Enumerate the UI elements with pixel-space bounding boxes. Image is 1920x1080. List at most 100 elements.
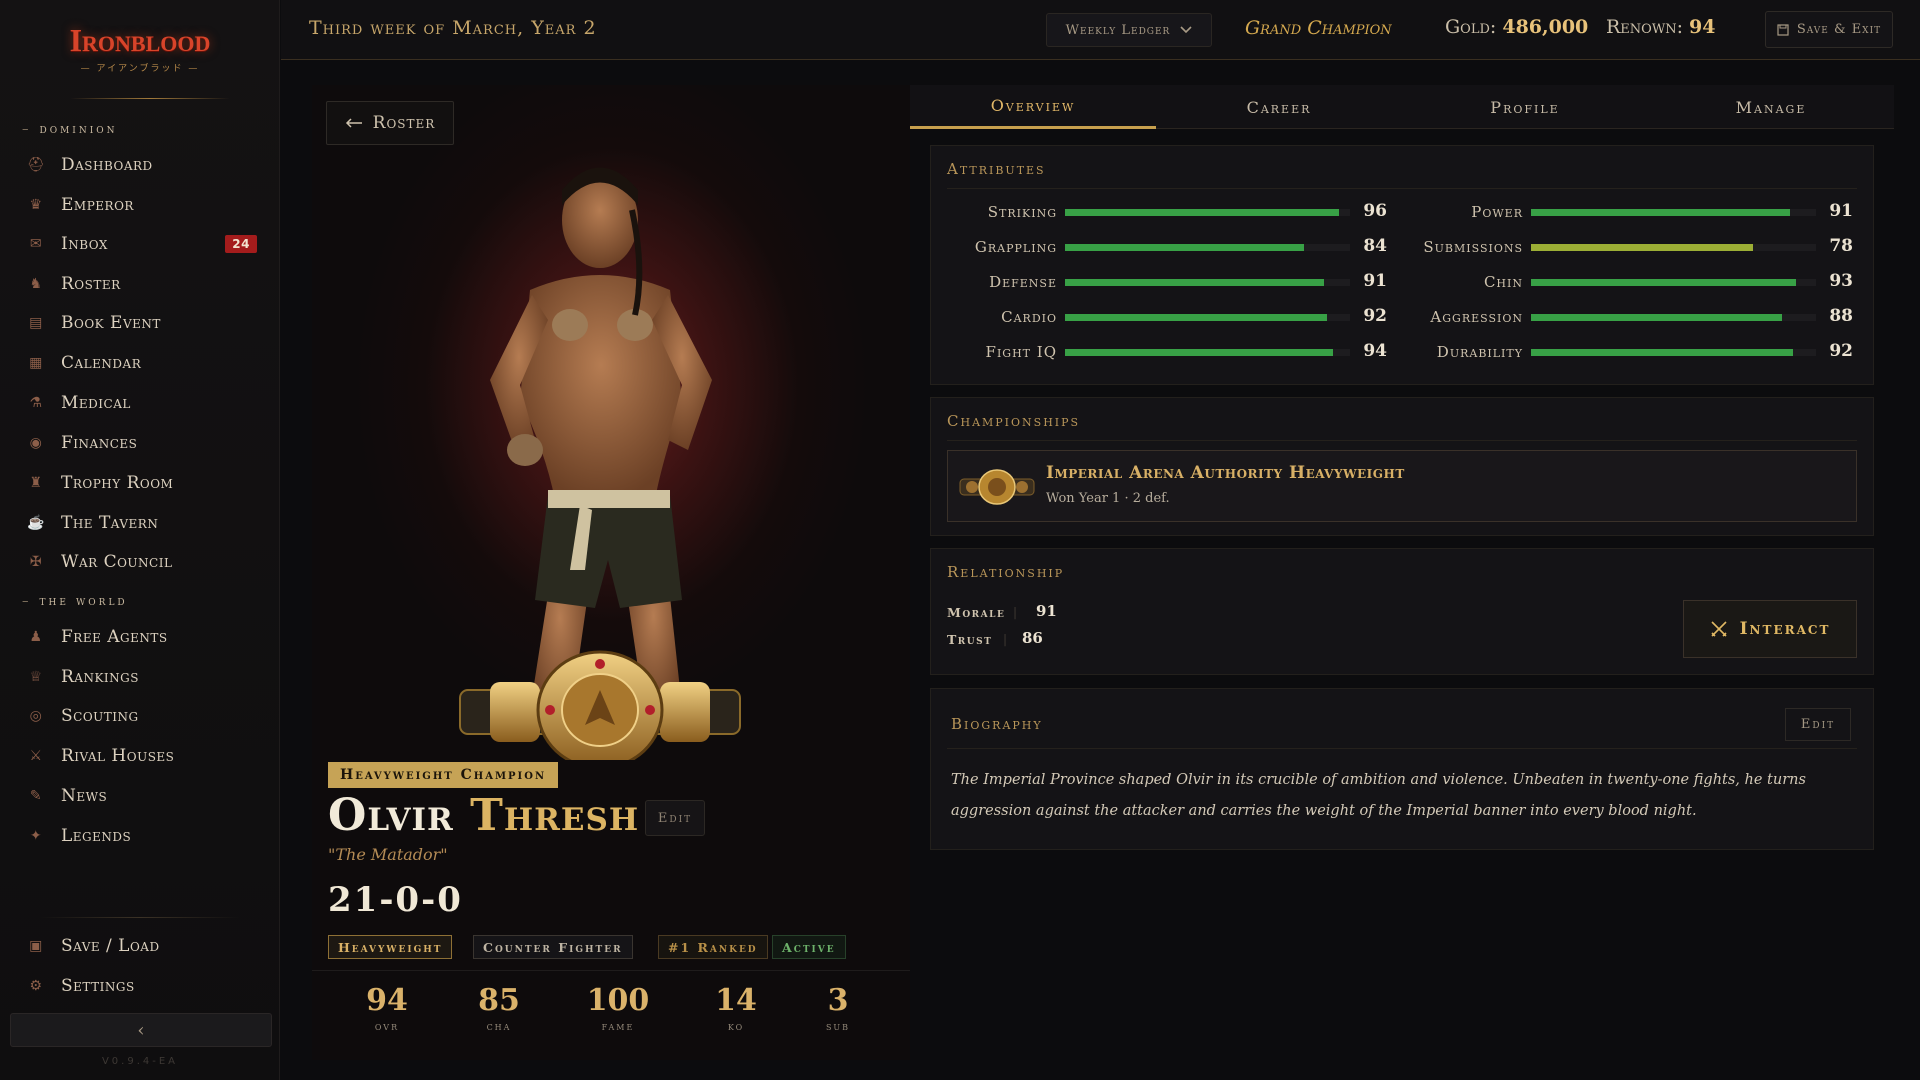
sidebar-item-label: Rankings — [61, 667, 139, 687]
star-icon: ✦ — [29, 828, 43, 844]
renown-value: 94 — [1689, 16, 1716, 38]
edit-name-button[interactable]: Edit — [645, 800, 705, 836]
attribute-row-durability: Durability 92 — [1411, 341, 1871, 363]
relationship-title: Relationship — [947, 563, 1065, 581]
banner-icon: ⚔ — [29, 748, 43, 764]
sidebar-item-rival-houses[interactable]: ⚔ Rival Houses — [26, 739, 261, 773]
tab-overview[interactable]: Overview — [910, 85, 1156, 129]
podium-icon: ♕ — [29, 669, 43, 685]
back-to-roster-button[interactable]: Roster — [326, 101, 454, 145]
biography-card: Biography Edit The Imperial Province sha… — [930, 688, 1874, 850]
attribute-bar-fill — [1065, 279, 1325, 286]
attribute-label: Aggression — [1430, 308, 1523, 326]
sidebar-item-label: Settings — [61, 976, 135, 996]
sidebar-item-calendar[interactable]: ▦ Calendar — [26, 346, 261, 380]
sidebar-item-the-tavern[interactable]: ☕ The Tavern — [26, 506, 261, 540]
championship-belt-image — [459, 650, 741, 760]
attributes-title: Attributes — [947, 160, 1046, 178]
stat-fame: 100 fame — [573, 983, 663, 1033]
fighter-nickname: "The Matador" — [328, 845, 448, 864]
attribute-bar-fill — [1531, 349, 1794, 356]
sidebar-divider — [40, 917, 240, 918]
sidebar-item-free-agents[interactable]: ♟ Free Agents — [26, 620, 261, 654]
sidebar-item-finances[interactable]: ◉ Finances — [26, 426, 261, 460]
save-exit-button[interactable]: Save & Exit — [1765, 11, 1893, 48]
attribute-bar — [1065, 279, 1350, 286]
gold-display: Gold: 486,000 — [1445, 16, 1588, 38]
attribute-label: Submissions — [1423, 238, 1523, 256]
tab-profile[interactable]: Profile — [1402, 85, 1648, 129]
sidebar-item-book-event[interactable]: ▤ Book Event — [26, 306, 261, 340]
sidebar-item-label: The Tavern — [61, 513, 159, 533]
attribute-label: Power — [1471, 203, 1523, 221]
sidebar-item-label: Rival Houses — [61, 746, 175, 766]
current-date: Third week of March, Year 2 — [309, 17, 597, 39]
sidebar-item-war-council[interactable]: ✠ War Council — [26, 545, 261, 579]
biography-title: Biography — [951, 715, 1043, 733]
calendar-icon: ▦ — [29, 355, 43, 371]
sidebar-item-legends[interactable]: ✦ Legends — [26, 819, 261, 853]
trophy-icon: ♜ — [29, 475, 43, 491]
attribute-bar — [1065, 349, 1350, 356]
attribute-row-striking: Striking 96 — [945, 201, 1405, 223]
stat-cha: 85 cha — [454, 983, 544, 1033]
trust-label: Trust — [947, 632, 993, 647]
belt-icon — [959, 469, 1035, 505]
app-logo[interactable]: Ironblood — アイアンブラッド — — [0, 22, 280, 74]
attribute-bar — [1531, 244, 1816, 251]
sidebar-item-label: Free Agents — [61, 627, 168, 647]
gold-value: 486,000 — [1502, 16, 1589, 38]
chevron-left-icon: ‹ — [137, 1019, 145, 1041]
sidebar-item-settings[interactable]: ⚙ Settings — [26, 969, 261, 1003]
weekly-ledger-dropdown[interactable]: Weekly Ledger — [1046, 13, 1212, 47]
attribute-label: Fight IQ — [985, 343, 1057, 361]
sidebar-item-rankings[interactable]: ♕ Rankings — [26, 660, 261, 694]
sidebar-item-save-load[interactable]: ▣ Save / Load — [26, 929, 261, 963]
attribute-value: 92 — [1363, 306, 1387, 326]
trust-value: 86 — [1022, 629, 1043, 647]
tab-career[interactable]: Career — [1156, 85, 1402, 129]
sidebar-item-news[interactable]: ✎ News — [26, 779, 261, 813]
sidebar-item-label: Emperor — [61, 195, 134, 215]
stat-label: cha — [486, 1020, 512, 1033]
logo-divider — [70, 98, 230, 99]
attribute-bar-fill — [1065, 314, 1328, 321]
interact-button[interactable]: Interact — [1683, 600, 1857, 658]
morale-label: Morale — [947, 605, 1006, 620]
player-rank-title: Grand Champion — [1245, 17, 1392, 39]
logo-title: Ironblood — [69, 22, 211, 58]
profile-tabs: Overview Career Profile Manage — [910, 85, 1894, 129]
champion-tag: Heavyweight Champion — [328, 762, 559, 788]
sidebar-item-medical[interactable]: ⚗ Medical — [26, 386, 261, 420]
biography-text: The Imperial Province shaped Olvir in it… — [951, 772, 1806, 819]
morale-value: 91 — [1036, 602, 1057, 620]
gear-icon: ⚙ — [29, 978, 43, 994]
relationship-card: Relationship Morale | 91 Trust | 86 Inte… — [930, 548, 1874, 675]
gold-label: Gold: — [1445, 16, 1497, 38]
collapse-sidebar-button[interactable]: ‹ — [10, 1013, 272, 1047]
belt-subtitle: Won Year 1 · 2 def. — [1046, 491, 1170, 506]
attribute-bar-fill — [1531, 279, 1797, 286]
sidebar-item-dashboard[interactable]: ⛑ Dashboard — [26, 148, 261, 182]
sidebar-item-scouting[interactable]: ◎ Scouting — [26, 699, 261, 733]
attribute-bar-fill — [1065, 349, 1333, 356]
sidebar-item-roster[interactable]: ♞ Roster — [26, 267, 261, 301]
interact-label: Interact — [1739, 619, 1831, 639]
stat-value: 3 — [827, 983, 849, 1018]
arrow-left-icon — [345, 118, 362, 128]
attribute-label: Cardio — [1001, 308, 1057, 326]
attribute-value: 78 — [1829, 236, 1853, 256]
sidebar-item-inbox[interactable]: ✉ Inbox 24 — [26, 227, 261, 261]
championship-item[interactable]: Imperial Arena Authority Heavyweight Won… — [947, 450, 1857, 522]
stat-value: 100 — [586, 983, 650, 1018]
card-divider — [947, 748, 1857, 749]
belt-title: Imperial Arena Authority Heavyweight — [1046, 463, 1405, 483]
sidebar-item-emperor[interactable]: ♛ Emperor — [26, 188, 261, 222]
sidebar-item-trophy-room[interactable]: ♜ Trophy Room — [26, 466, 261, 500]
status-chip: Active — [772, 935, 846, 959]
edit-biography-button[interactable]: Edit — [1785, 708, 1851, 741]
stat-label: ovr — [374, 1020, 400, 1033]
sidebar-item-label: News — [61, 786, 108, 806]
tab-manage[interactable]: Manage — [1648, 85, 1894, 129]
eye-icon: ◎ — [29, 708, 43, 724]
